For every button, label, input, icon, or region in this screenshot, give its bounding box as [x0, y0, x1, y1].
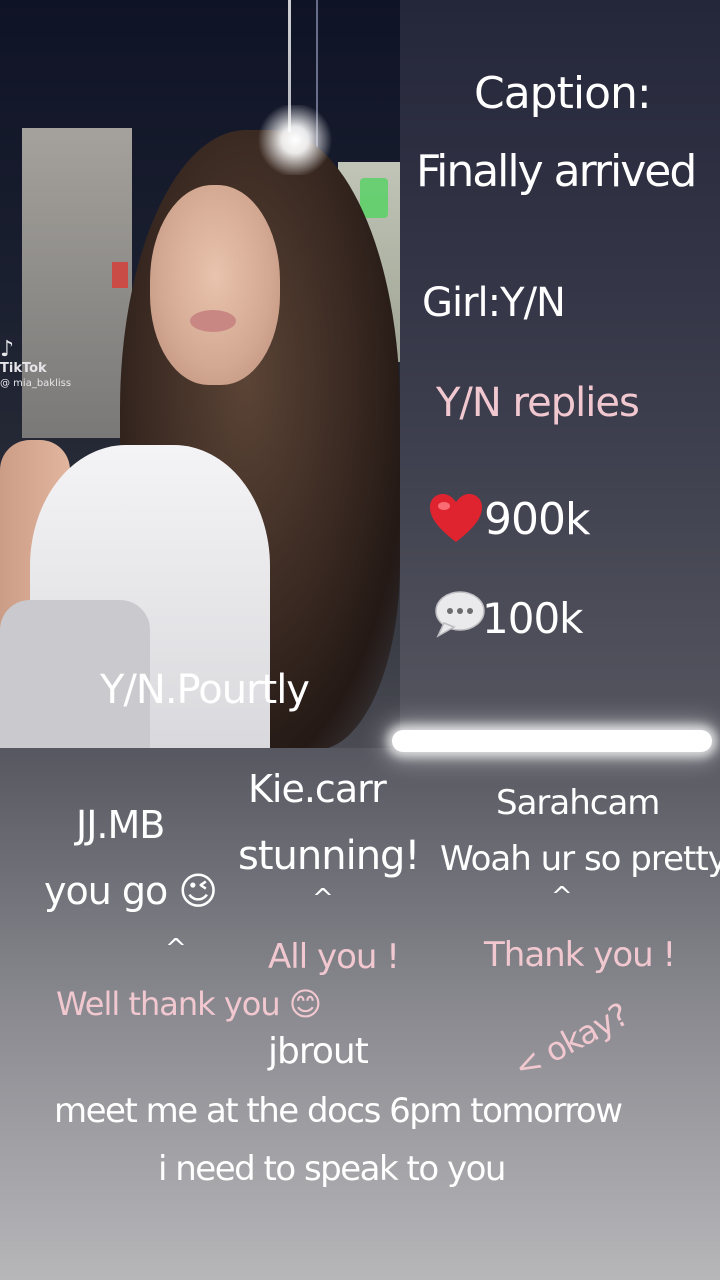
replies-label: Y/N replies — [436, 380, 640, 426]
watermark-username: @ mia_bakliss — [0, 378, 72, 390]
reply-text: Thank you ! — [484, 935, 676, 975]
tiktok-logo-text: TikTok — [0, 361, 47, 377]
light-flare — [255, 105, 335, 175]
comment-text: stunning! — [238, 833, 420, 879]
store-sign — [360, 178, 388, 218]
reply-caret: ^ — [165, 934, 187, 964]
caption-text: Finally arrived — [416, 146, 697, 197]
comment-username[interactable]: jbrout — [268, 1034, 369, 1070]
comment-text: Woah ur so pretty! — [440, 839, 720, 879]
comment-username[interactable]: Kie.carr — [248, 770, 387, 808]
person-face — [150, 185, 280, 385]
reply-text: < okay? — [507, 995, 635, 1087]
store-sign — [112, 262, 128, 288]
reply-caret: ^ — [312, 884, 334, 914]
tiktok-watermark: ♪ TikTok @ mia_bakliss — [0, 337, 72, 391]
reply-text: Well thank you 😊 — [56, 985, 322, 1023]
profile-username[interactable]: Y/N.Pourtly — [100, 670, 310, 710]
reply-caret: ^ — [551, 882, 573, 912]
caption-label: Caption: — [474, 68, 652, 119]
girl-label: Girl:Y/N — [422, 280, 566, 326]
comment-username[interactable]: JJ.MB — [76, 806, 165, 844]
reply-text: All you ! — [268, 937, 400, 977]
tiktok-note-icon: ♪ — [0, 337, 15, 362]
person-lips — [190, 310, 236, 332]
glow-divider — [392, 730, 712, 752]
comment-count: 100k — [482, 594, 583, 643]
comment-text-line2: i need to speak to you — [158, 1149, 506, 1189]
video-thumbnail[interactable]: ♪ TikTok @ mia_bakliss Y/N.Pourtly — [0, 0, 400, 748]
speech-bubble-icon — [435, 591, 485, 638]
comment-username[interactable]: Sarahcam — [496, 786, 660, 820]
comment-text: you go 😉 — [44, 869, 218, 913]
comment-text-line1: meet me at the docs 6pm tomorrow — [54, 1091, 623, 1131]
like-count: 900k — [484, 494, 590, 545]
heart-icon — [430, 494, 482, 542]
